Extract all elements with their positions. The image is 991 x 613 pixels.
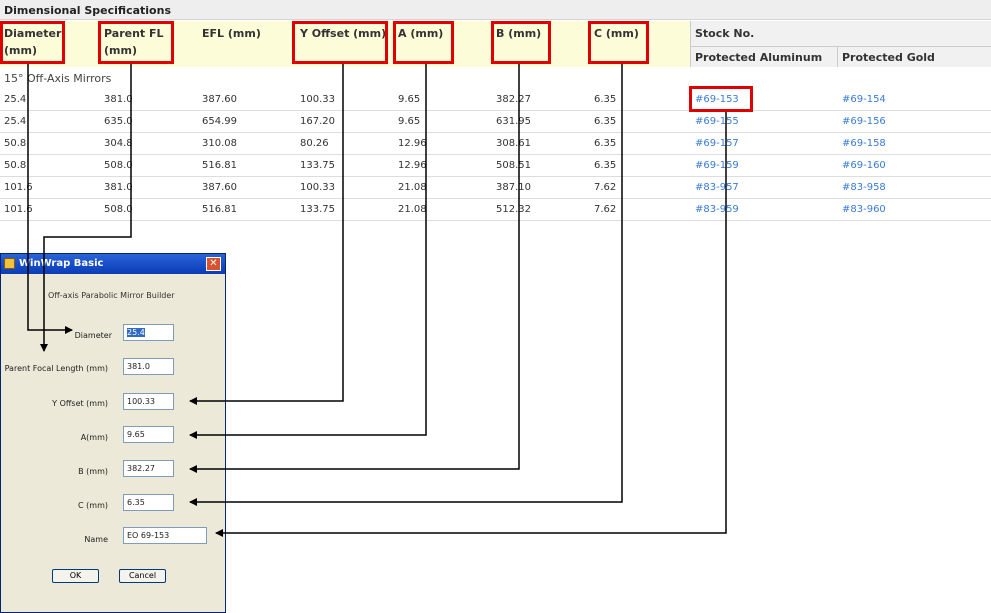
arrow-b [189,64,520,473]
arrow-c [189,64,623,506]
arrow-a [189,64,427,439]
arrow-parent-fl [40,64,132,352]
connector-arrows [27,64,727,537]
arrow-name [215,112,727,537]
arrow-y-offset [189,64,344,405]
arrow-diameter [27,64,73,334]
